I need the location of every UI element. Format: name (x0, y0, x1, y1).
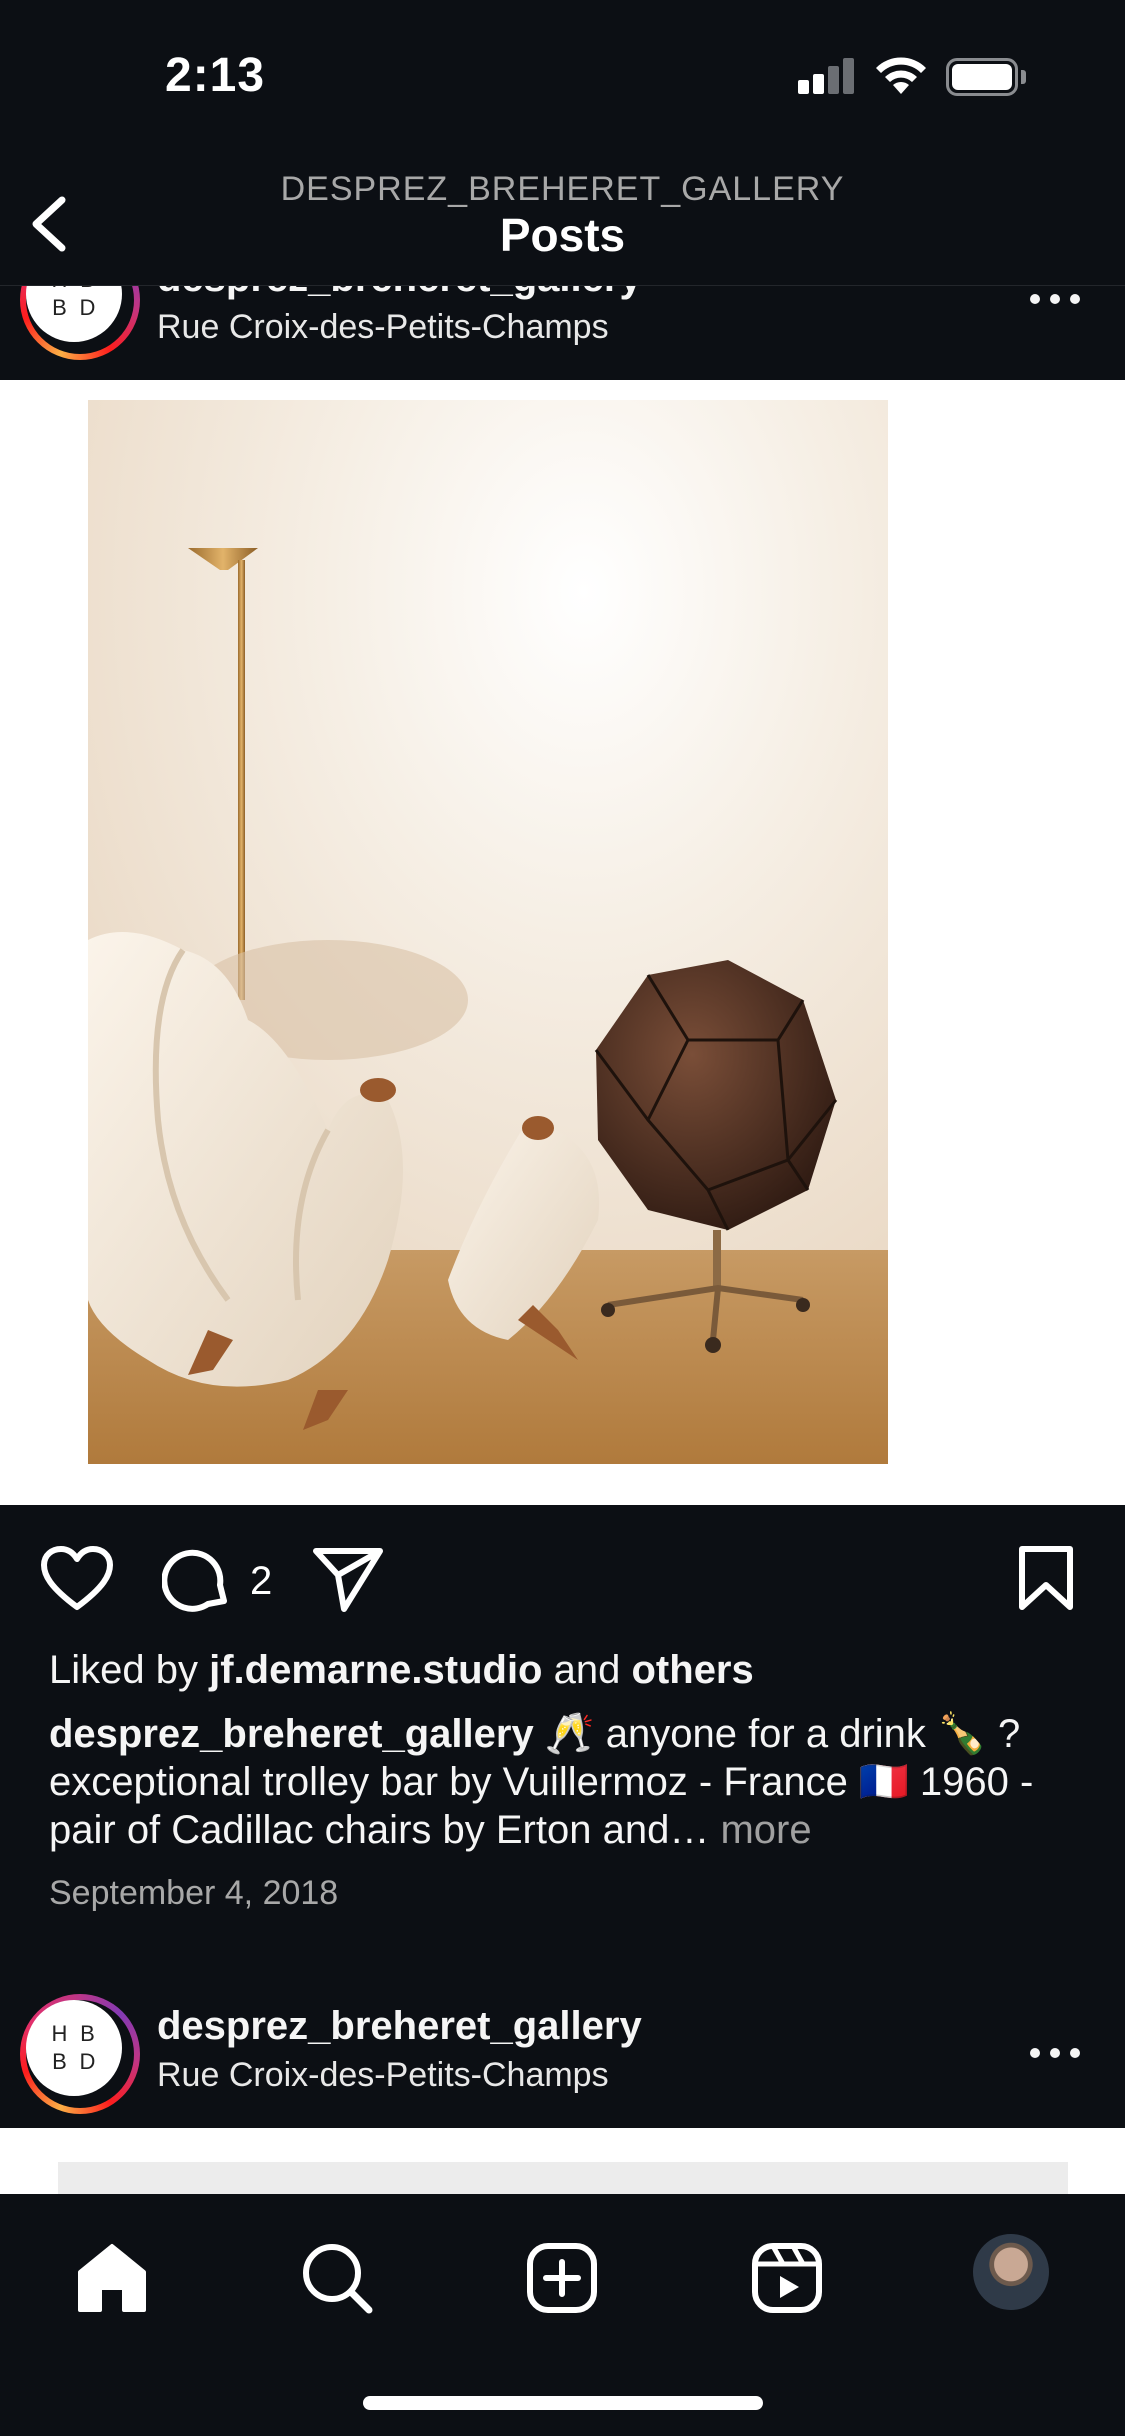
next-post-location[interactable]: Rue Croix-des-Petits-Champs (157, 2056, 609, 2095)
post-actions: 2 (0, 1505, 1125, 1655)
post-date: September 4, 2018 (49, 1874, 339, 1912)
cellular-signal-icon (798, 58, 856, 94)
liked-by-others-link[interactable]: others (632, 1648, 754, 1692)
comment-icon[interactable] (162, 1545, 232, 1615)
status-bar: 2:13 (0, 0, 1125, 140)
bookmark-icon[interactable] (1016, 1545, 1076, 1611)
gallery-logo: HB BD (26, 2000, 122, 2096)
post-caption: desprez_breheret_gallery 🥂 anyone for a … (49, 1710, 1089, 1854)
search-icon[interactable] (297, 2238, 377, 2318)
page-title: Posts (499, 209, 626, 261)
wifi-icon (876, 57, 926, 94)
liked-by-user-link[interactable]: jf.demarne.studio (209, 1648, 542, 1692)
profile-avatar[interactable] (973, 2234, 1049, 2310)
comment-count: 2 (250, 1559, 273, 1603)
post-image[interactable] (0, 380, 1125, 1505)
plus-square-icon[interactable] (522, 2238, 602, 2318)
caption-more-link[interactable]: more (720, 1808, 811, 1852)
more-options-button[interactable] (1030, 290, 1086, 310)
paper-plane-icon[interactable] (312, 1545, 384, 1613)
home-indicator (363, 2396, 763, 2410)
next-post-avatar[interactable]: HB BD (20, 1994, 140, 2114)
home-icon[interactable] (72, 2238, 152, 2318)
next-post-image-preview (0, 2128, 1125, 2202)
liked-by-text: Liked by jf.demarne.studio and others (49, 1648, 754, 1692)
caption-username[interactable]: desprez_breheret_gallery (49, 1712, 534, 1756)
post-location[interactable]: Rue Croix-des-Petits-Champs (157, 308, 609, 347)
status-time: 2:13 (165, 49, 266, 102)
next-post-username[interactable]: desprez_breheret_gallery (157, 2004, 642, 2049)
reels-icon[interactable] (747, 2238, 827, 2318)
nav-header: DESPREZ_BREHERET_GALLERY Posts (0, 140, 1125, 286)
nav-subtitle: DESPREZ_BREHERET_GALLERY (280, 170, 845, 208)
battery-icon (946, 58, 1026, 96)
next-post-more-options-button[interactable] (1030, 2044, 1086, 2064)
post-photo (88, 400, 888, 1464)
heart-icon[interactable] (40, 1545, 114, 1611)
next-post-header: HB BD desprez_breheret_gallery Rue Croix… (0, 1994, 1125, 2114)
